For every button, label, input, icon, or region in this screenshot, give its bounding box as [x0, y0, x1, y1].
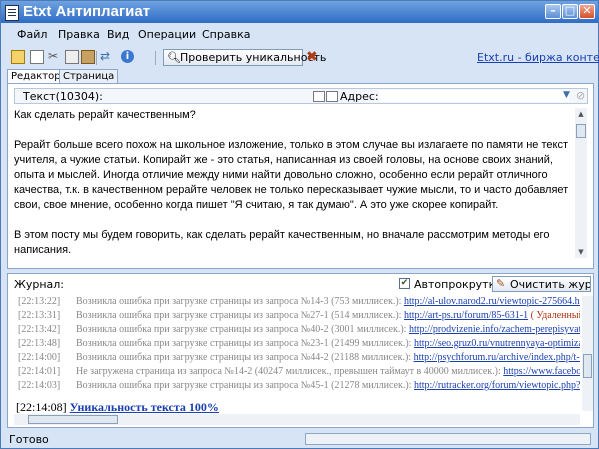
uniqueness-result-link[interactable]: Уникальность текста 100% [70, 400, 219, 414]
menu-edit[interactable]: Правка [58, 28, 100, 41]
tab-editor[interactable]: Редактор [7, 69, 65, 84]
info-icon[interactable]: i [121, 50, 134, 63]
copy-icon[interactable] [65, 50, 79, 64]
minimize-button[interactable]: – [545, 4, 561, 19]
status-bar: Готово [1, 431, 598, 448]
maximize-icon: □ [564, 4, 576, 17]
menu-bar: Файл Правка Вид Операции Справка [1, 25, 598, 45]
clear-log-label: Очистить журнал [510, 278, 591, 291]
toolbar-separator [96, 51, 97, 65]
scroll-up-icon[interactable]: ▲ [576, 109, 586, 119]
paste-icon[interactable] [81, 50, 95, 64]
text-count-label: Текст(10304): [23, 90, 103, 103]
log-time: [22:13:31] [18, 310, 61, 321]
log-final-line: [22:14:08] Уникальность текста 100% [16, 400, 219, 415]
chevron-down-icon[interactable]: ▼ [563, 90, 570, 100]
log-text: Возникла ошибка при загрузке страницы из… [76, 352, 412, 363]
log-time: [22:13:42] [18, 324, 61, 335]
open-icon[interactable] [11, 50, 25, 64]
menu-help[interactable]: Справка [202, 28, 250, 41]
log-url[interactable]: http://psychforum.ru/archive/index.php/t… [414, 352, 580, 363]
menu-view[interactable]: Вид [107, 28, 129, 41]
log-time: [22:13:48] [18, 338, 61, 349]
log-list: [22:13:22] Возникла ошибка при загрузке с… [14, 296, 580, 416]
log-vertical-scrollbar[interactable] [582, 296, 593, 411]
status-text: Готово [9, 433, 49, 446]
view-icon[interactable] [326, 91, 338, 102]
toolbar: ✂ ⇄ i 🔍︎ Проверить уникальность ✖ Etxt.r… [1, 47, 599, 69]
stop-icon[interactable]: ✖ [306, 49, 318, 65]
log-time: [22:13:22] [18, 296, 61, 307]
log-text: Возникла ошибка при загрузке страницы из… [76, 296, 402, 307]
clear-icon[interactable]: ⊘ [576, 89, 585, 102]
log-text: Возникла ошибка при загрузке страницы из… [76, 338, 412, 349]
check-uniqueness-button[interactable]: 🔍︎ Проверить уникальность [163, 49, 326, 66]
log-time: [22:14:00] [18, 352, 61, 363]
toolbar-separator [155, 51, 156, 65]
cut-icon[interactable]: ✂ [48, 49, 62, 63]
etxt-link[interactable]: Etxt.ru - биржа контента [477, 51, 599, 64]
app-icon [5, 5, 19, 21]
log-time: [22:14:03] [18, 380, 61, 391]
log-text: Не загружена страница из запроса №14-2 (… [76, 366, 501, 377]
close-button[interactable]: ✕ [579, 4, 595, 19]
log-url[interactable]: http://rutracker.org/forum/viewtopic.php… [414, 380, 580, 391]
log-url[interactable]: http://al-ulov.narod2.ru/viewtopic-27566… [404, 296, 580, 307]
editor-header: Текст(10304): Адрес: ▼ ⊘ [14, 88, 588, 104]
log-url[interactable]: http://seo.gruz0.ru/vnutrennyaya-optimiz… [414, 338, 580, 349]
scroll-thumb[interactable] [576, 124, 586, 138]
editor-panel: Текст(10304): Адрес: ▼ ⊘ Как сделать рер… [7, 83, 594, 269]
new-icon[interactable] [30, 50, 44, 64]
address-input[interactable] [379, 90, 569, 102]
view-icon[interactable] [313, 91, 325, 102]
tab-page[interactable]: Страница [59, 69, 119, 84]
broom-icon: ✎ [496, 277, 506, 290]
autoscroll-checkbox[interactable]: ✔ [399, 278, 410, 289]
log-panel: Журнал: ✔ Автопрокрутка ✎ Очистить журна… [7, 273, 594, 428]
text-paragraph: Как сделать рерайт качественным? [14, 109, 196, 121]
autoscroll-label: Автопрокрутка [414, 278, 502, 291]
minimize-icon: – [550, 4, 556, 17]
log-header: Журнал: ✔ Автопрокрутка ✎ Очистить журна… [8, 274, 593, 292]
text-paragraph: В этом посту мы будем говорить, как сдел… [14, 229, 550, 256]
menu-operations[interactable]: Операции [138, 28, 196, 41]
window-title: Etxt Антиплагиат [23, 3, 151, 20]
log-final-time: [22:14:08] [16, 400, 67, 414]
title-bar[interactable]: Etxt Антиплагиат – □ ✕ [1, 1, 598, 23]
log-time: [22:14:01] [18, 366, 61, 377]
log-text: Возникла ошибка при загрузке страницы из… [76, 380, 412, 391]
text-paragraph: Рерайт больше всего похож на школьное из… [14, 139, 569, 211]
log-url[interactable]: http://art-ps.ru/forum/85-631-1 [404, 310, 528, 321]
progress-bar [305, 433, 591, 445]
log-horizontal-scrollbar[interactable] [14, 414, 580, 425]
scroll-down-icon[interactable]: ▼ [576, 247, 586, 257]
replace-icon[interactable]: ⇄ [100, 49, 114, 63]
search-icon: 🔍︎ [167, 51, 181, 64]
log-title: Журнал: [14, 278, 65, 291]
log-url[interactable]: http://prodvizenie.info/zachem-perepisyv… [409, 324, 580, 335]
address-label: Адрес: [340, 90, 379, 103]
editor-scrollbar[interactable]: ▲ ▼ [575, 108, 587, 258]
log-url[interactable]: https://www.facebook. [503, 366, 580, 377]
check-uniqueness-label: Проверить уникальность [180, 51, 327, 64]
maximize-button[interactable]: □ [562, 4, 578, 19]
app-window: Etxt Антиплагиат – □ ✕ Файл Правка Вид О… [0, 0, 599, 449]
menu-file[interactable]: Файл [17, 28, 47, 41]
text-editor[interactable]: Как сделать рерайт качественным? Рерайт … [14, 108, 572, 268]
scroll-thumb[interactable] [583, 354, 592, 378]
log-extra: ( Удаленный сс [530, 310, 580, 321]
log-text: Возникла ошибка при загрузке страницы из… [76, 310, 402, 321]
clear-log-button[interactable]: ✎ Очистить журнал [492, 276, 591, 292]
log-text: Возникла ошибка при загрузке страницы из… [76, 324, 407, 335]
scroll-thumb[interactable] [28, 415, 118, 424]
close-icon: ✕ [582, 4, 592, 17]
